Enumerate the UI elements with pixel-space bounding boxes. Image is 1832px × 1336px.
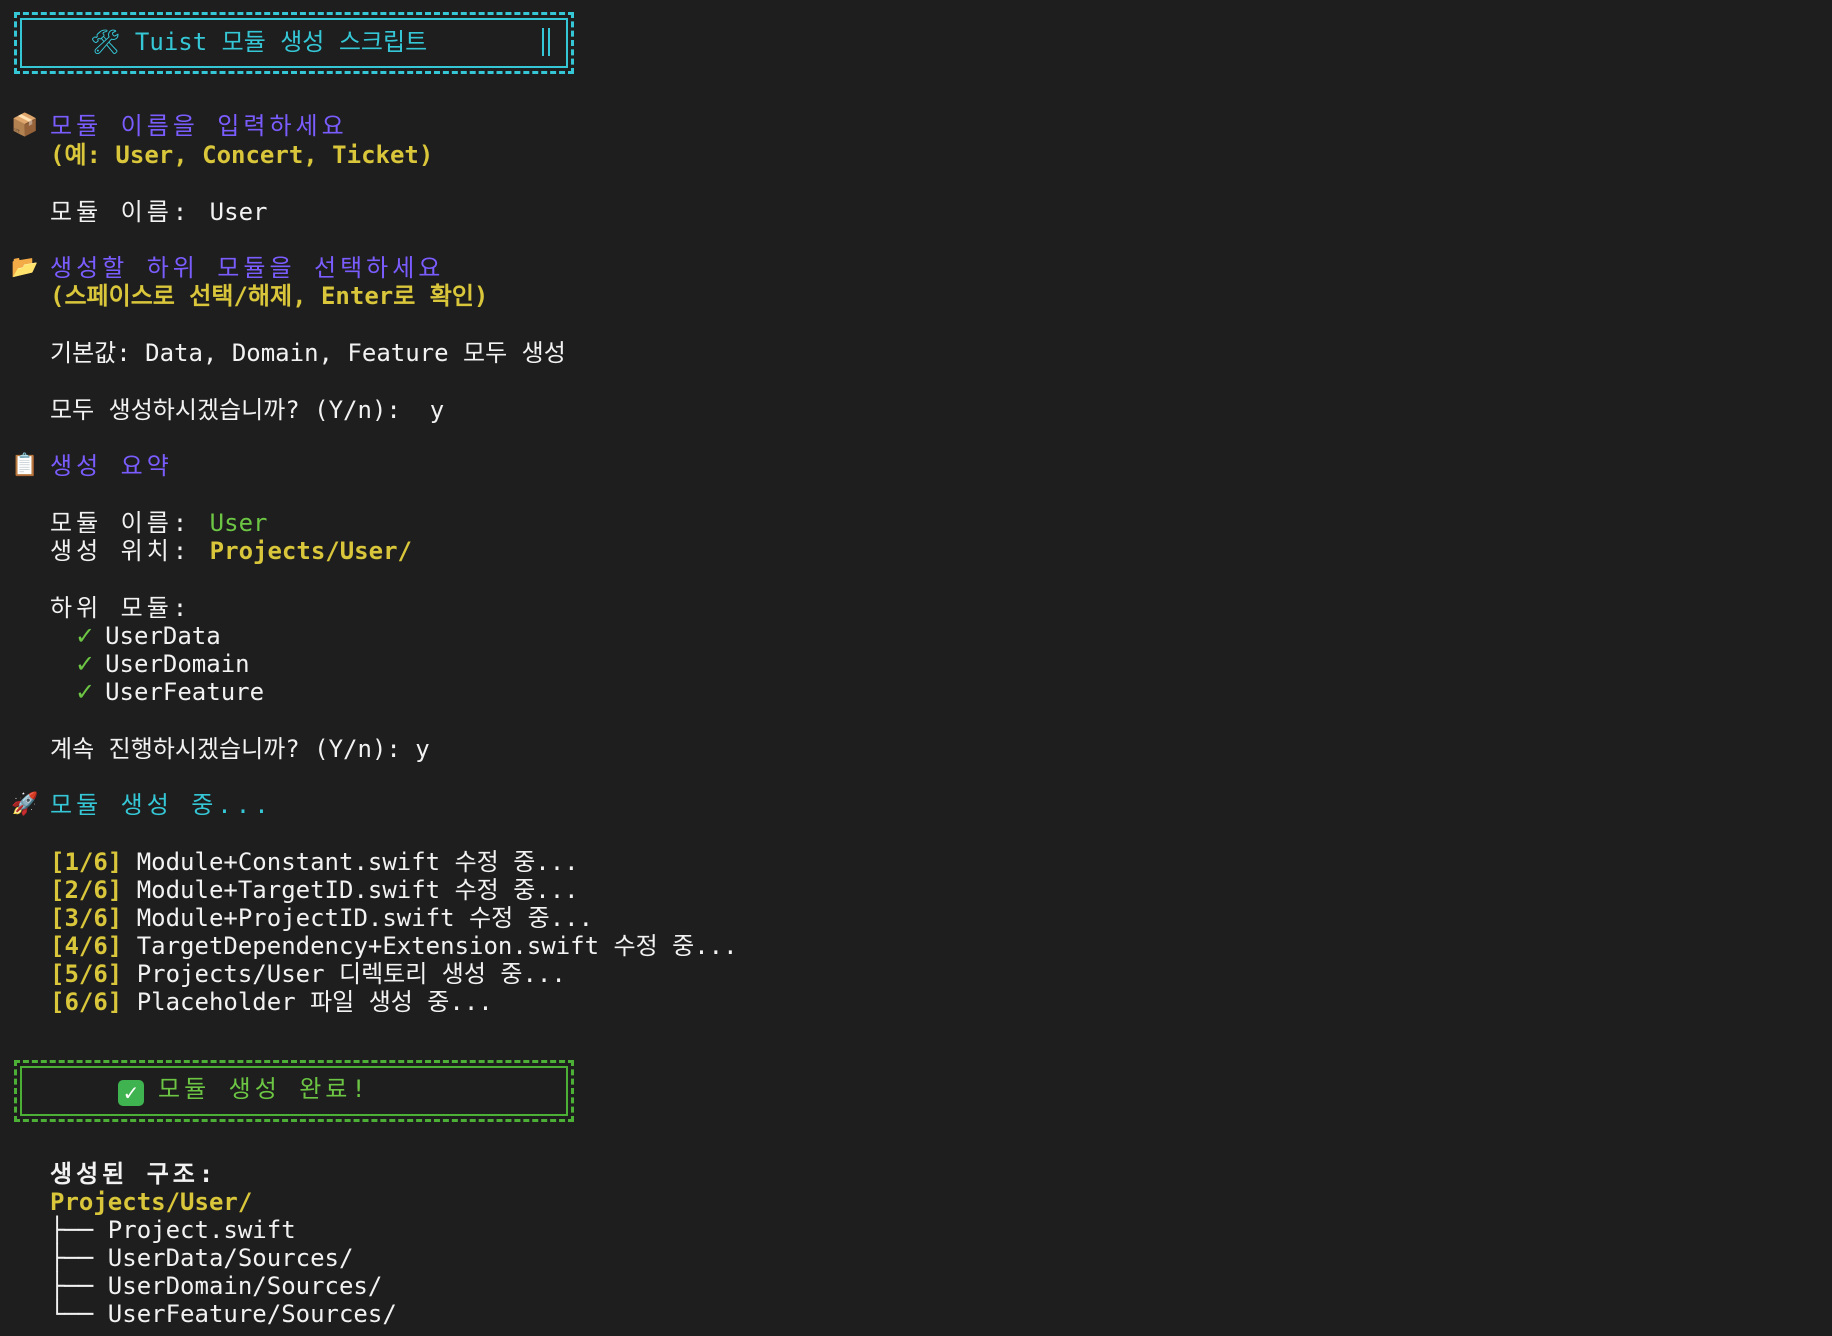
progress-step-tag: [6/6] <box>50 988 123 1016</box>
tree-item: ├── UserData/Sources/ <box>50 1244 353 1272</box>
name-hint: (예: User, Concert, Ticket) <box>50 141 434 169</box>
done-title: 모듈 생성 완료! <box>158 1075 370 1103</box>
tree-name: UserFeature/Sources/ <box>107 1300 397 1328</box>
progress-step: [2/6] Module+TargetID.swift 수정 중... <box>50 876 579 904</box>
check-mark-icon: ✓ <box>118 1080 144 1106</box>
tree-item: ├── UserDomain/Sources/ <box>50 1272 382 1300</box>
sub-item: UserDomain <box>105 650 250 678</box>
structure-root: Projects/User/ <box>50 1188 253 1216</box>
tree-branch: ├── <box>50 1272 108 1300</box>
tree-item: └── UserFeature/Sources/ <box>50 1300 397 1328</box>
sub-confirm-line: 모두 생성하시겠습니까? (Y/n): y <box>50 396 444 424</box>
rocket-icon: 🚀 <box>11 792 39 817</box>
summary-name-label: 모듈 이름: <box>50 509 210 537</box>
sub-hint: (스페이스로 선택/해제, Enter로 확인) <box>50 282 489 310</box>
summary-title: 생성 요약 <box>50 452 173 480</box>
progress-step-tag: [1/6] <box>50 848 123 876</box>
progress-step-text: TargetDependency+Extension.swift 수정 중... <box>122 932 738 960</box>
clipboard-icon: 📋 <box>11 453 39 478</box>
tree-branch: ├── <box>50 1216 108 1244</box>
sub-item: UserFeature <box>105 678 265 706</box>
sub-prompt: 생성할 하위 모듈을 선택하세요 <box>50 254 445 282</box>
sub-confirm-value: y <box>429 396 445 424</box>
list-item: ✓ UserFeature <box>75 678 264 706</box>
progress-step: [3/6] Module+ProjectID.swift 수정 중... <box>50 904 593 932</box>
summary-path-line: 생성 위치: Projects/User/ <box>50 537 412 565</box>
folder-icon: 📂 <box>11 255 39 280</box>
summary-path-label: 생성 위치: <box>50 537 210 565</box>
summary-name-value: User <box>209 509 268 537</box>
summary-path-value: Projects/User/ <box>209 537 412 565</box>
check-icon: ✓ <box>75 678 96 706</box>
progress-step-text: Module+TargetID.swift 수정 중... <box>122 876 579 904</box>
tree-branch: └── <box>50 1300 108 1328</box>
progress-step: [5/6] Projects/User 디렉토리 생성 중... <box>50 960 566 988</box>
sub-default: 기본값: Data, Domain, Feature 모두 생성 <box>50 339 566 367</box>
name-input-line: 모듈 이름: User <box>50 198 267 226</box>
continue-line: 계속 진행하시겠습니까? (Y/n): y <box>50 735 430 763</box>
done-line: ✓ 모듈 생성 완료! <box>118 1075 370 1106</box>
progress-step-text: Module+Constant.swift 수정 중... <box>122 848 579 876</box>
progress-step-text: Projects/User 디렉토리 생성 중... <box>122 960 566 988</box>
progress-step-tag: [2/6] <box>50 876 123 904</box>
name-label: 모듈 이름: <box>50 198 210 226</box>
summary-sub-label: 하위 모듈: <box>50 594 192 622</box>
progress-step-tag: [5/6] <box>50 960 123 988</box>
progress-step-tag: [4/6] <box>50 932 123 960</box>
summary-name-line: 모듈 이름: User <box>50 509 267 537</box>
check-icon: ✓ <box>75 622 96 650</box>
structure-label: 생성된 구조: <box>50 1160 218 1188</box>
tree-name: UserData/Sources/ <box>107 1244 354 1272</box>
continue-value: y <box>415 735 430 763</box>
name-value: User <box>209 198 268 226</box>
check-icon: ✓ <box>75 650 96 678</box>
tree-name: Project.swift <box>107 1216 296 1244</box>
progress-step-tag: [3/6] <box>50 904 123 932</box>
header-bar-icon <box>542 28 550 56</box>
terminal-window[interactable]: 🛠 Tuist 모듈 생성 스크립트 📦 모듈 이름을 입력하세요 (예: Us… <box>0 0 1832 1336</box>
progress-step: [6/6] Placeholder 파일 생성 중... <box>50 988 493 1016</box>
tree-name: UserDomain/Sources/ <box>107 1272 383 1300</box>
list-item: ✓ UserDomain <box>75 650 250 678</box>
tree-item: ├── Project.swift <box>50 1216 296 1244</box>
sub-confirm-prompt: 모두 생성하시겠습니까? (Y/n): <box>50 396 430 424</box>
progress-step: [4/6] TargetDependency+Extension.swift 수… <box>50 932 738 960</box>
sub-item: UserData <box>105 622 221 650</box>
tree-branch: ├── <box>50 1244 108 1272</box>
progress-step-text: Placeholder 파일 생성 중... <box>122 988 493 1016</box>
progress-step-text: Module+ProjectID.swift 수정 중... <box>122 904 594 932</box>
continue-prompt: 계속 진행하시겠습니까? (Y/n): <box>50 735 416 763</box>
list-item: ✓ UserData <box>75 622 221 650</box>
package-icon: 📦 <box>11 113 39 138</box>
progress-title: 모듈 생성 중... <box>50 791 273 819</box>
name-prompt: 모듈 이름을 입력하세요 <box>50 112 348 140</box>
progress-step: [1/6] Module+Constant.swift 수정 중... <box>50 848 579 876</box>
header-title: 🛠 Tuist 모듈 생성 스크립트 <box>90 28 428 56</box>
